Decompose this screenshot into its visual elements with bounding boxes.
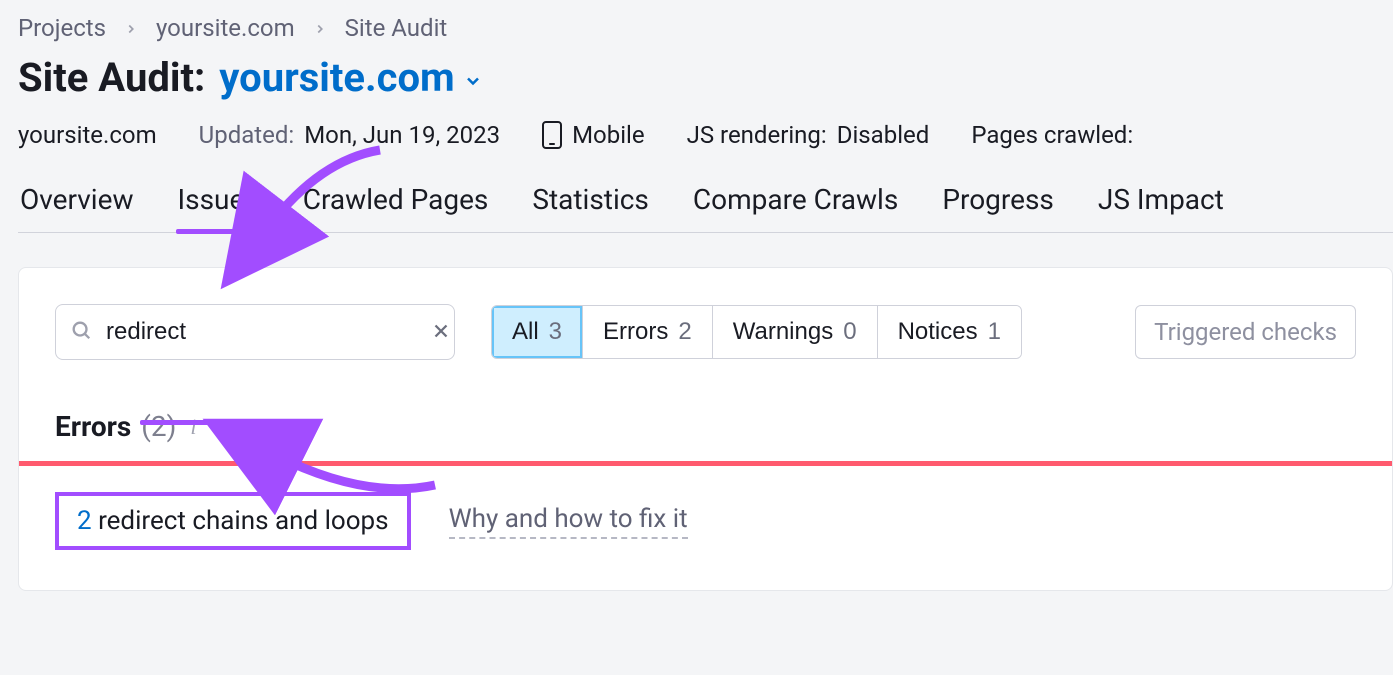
meta-js-value: Disabled: [837, 121, 930, 149]
filter-notices[interactable]: Notices 1: [878, 306, 1021, 358]
issue-text: redirect chains and loops: [92, 506, 389, 536]
section-errors-label: Errors: [55, 410, 131, 443]
tab-issues[interactable]: Issues: [176, 183, 261, 232]
issue-count: 2: [77, 506, 92, 536]
chevron-down-icon: [463, 54, 483, 101]
section-errors-count: (2): [141, 410, 176, 443]
search-input[interactable]: [106, 318, 416, 346]
mobile-icon: [542, 121, 562, 149]
filter-segmented: All 3 Errors 2 Warnings 0 Notices 1: [491, 305, 1022, 359]
tab-crawled-pages[interactable]: Crawled Pages: [301, 183, 491, 232]
breadcrumb-site[interactable]: yoursite.com: [156, 14, 295, 42]
chevron-right-icon: [313, 14, 327, 42]
filter-notices-count: 1: [988, 318, 1001, 346]
tab-statistics[interactable]: Statistics: [530, 183, 651, 232]
domain-dropdown-label: yoursite.com: [219, 54, 454, 101]
filter-notices-label: Notices: [898, 318, 978, 346]
meta-crawled-label: Pages crawled:: [971, 121, 1133, 149]
page-title: Site Audit:: [18, 54, 205, 101]
issues-card: All 3 Errors 2 Warnings 0 Notices 1 Trig…: [18, 267, 1393, 591]
breadcrumb-projects[interactable]: Projects: [18, 14, 106, 42]
search-box: [55, 304, 455, 360]
tab-compare-crawls[interactable]: Compare Crawls: [691, 183, 900, 232]
info-icon[interactable]: i: [186, 414, 196, 440]
filter-all[interactable]: All 3: [492, 306, 583, 358]
domain-dropdown[interactable]: yoursite.com: [219, 54, 482, 101]
triggered-checks-dropdown[interactable]: Triggered checks: [1135, 305, 1356, 359]
issue-redirect-chains[interactable]: 2 redirect chains and loops: [55, 492, 411, 550]
clear-search-button[interactable]: [430, 320, 452, 345]
filter-warnings-label: Warnings: [733, 318, 833, 346]
meta-js-label: JS rendering:: [687, 121, 827, 149]
meta-updated-label: Updated:: [199, 121, 295, 149]
filter-all-count: 3: [549, 318, 562, 346]
filter-warnings[interactable]: Warnings 0: [713, 306, 878, 358]
meta-domain: yoursite.com: [18, 121, 157, 149]
search-icon: [70, 319, 92, 345]
annotation-underline: [140, 420, 248, 425]
breadcrumb: Projects yoursite.com Site Audit: [18, 8, 1393, 54]
tab-js-impact[interactable]: JS Impact: [1096, 183, 1226, 232]
breadcrumb-current: Site Audit: [345, 14, 448, 42]
chevron-right-icon: [124, 14, 138, 42]
close-icon: [430, 320, 452, 345]
tabs: Overview Issues Crawled Pages Statistics…: [18, 183, 1393, 233]
tab-progress[interactable]: Progress: [940, 183, 1056, 232]
filter-errors-count: 2: [678, 318, 691, 346]
tab-overview[interactable]: Overview: [18, 183, 136, 232]
filter-warnings-count: 0: [843, 318, 856, 346]
filter-errors-label: Errors: [603, 318, 668, 346]
issue-row: 2 redirect chains and loops Why and how …: [19, 466, 1392, 550]
filter-all-label: All: [512, 318, 539, 346]
why-how-fix-link[interactable]: Why and how to fix it: [449, 504, 688, 539]
meta-row: yoursite.com Updated: Mon, Jun 19, 2023 …: [18, 111, 1393, 183]
filter-errors[interactable]: Errors 2: [583, 306, 713, 358]
meta-updated-value: Mon, Jun 19, 2023: [304, 121, 500, 149]
meta-device: Mobile: [572, 121, 645, 149]
